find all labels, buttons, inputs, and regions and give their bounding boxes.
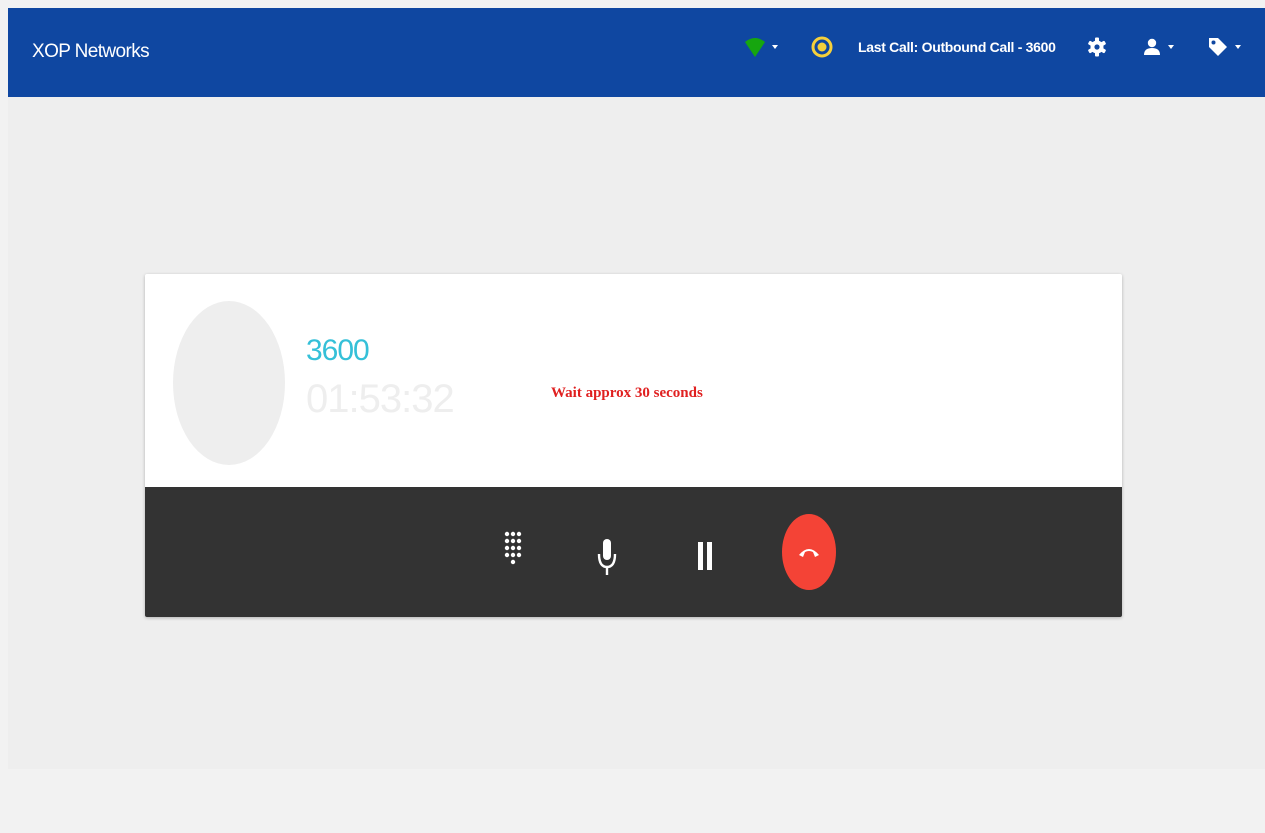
tag-icon <box>1209 38 1227 56</box>
wifi-signal-icon <box>745 38 765 57</box>
status-indicator[interactable] <box>811 32 833 62</box>
caller-avatar <box>173 301 285 465</box>
user-icon <box>1144 38 1160 55</box>
app-window: XOP Networks Last Call: Outbound Call - … <box>8 8 1265 769</box>
signal-menu[interactable] <box>744 32 778 62</box>
status-ring-icon <box>811 36 833 58</box>
dialpad-icon <box>504 531 522 565</box>
chevron-down-icon <box>1168 45 1174 49</box>
settings-button[interactable] <box>1087 32 1107 62</box>
last-call-link[interactable]: Last Call: Outbound Call - 3600 <box>858 32 1056 62</box>
status-message: Wait approx 30 seconds <box>551 385 703 401</box>
hold-button[interactable] <box>695 540 715 572</box>
mute-button[interactable] <box>595 536 619 578</box>
microphone-icon <box>597 539 617 575</box>
hangup-icon <box>799 549 819 557</box>
gear-icon <box>1088 37 1106 57</box>
hangup-button[interactable] <box>782 514 836 590</box>
dialpad-button[interactable] <box>501 529 525 579</box>
call-controls-bar <box>145 487 1122 617</box>
call-timer: 01:53:32 <box>306 377 455 421</box>
chevron-down-icon <box>1235 45 1241 49</box>
user-menu[interactable] <box>1142 32 1174 62</box>
pause-icon <box>698 542 712 570</box>
chevron-down-icon <box>772 45 778 49</box>
brand-title[interactable]: XOP Networks <box>32 41 150 63</box>
top-navbar: XOP Networks Last Call: Outbound Call - … <box>8 8 1265 97</box>
active-call-card: 3600 01:53:32 Wait approx 30 seconds <box>145 274 1122 617</box>
tag-menu[interactable] <box>1207 32 1241 62</box>
call-number: 3600 <box>306 334 370 367</box>
last-call-label: Last Call: Outbound Call - 3600 <box>858 39 1056 55</box>
